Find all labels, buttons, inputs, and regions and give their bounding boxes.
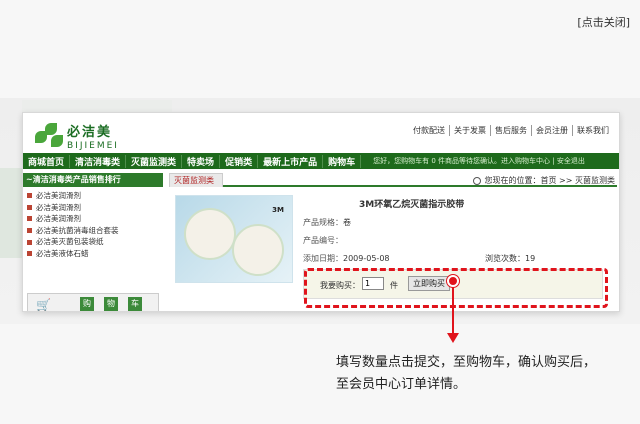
toplink-contact[interactable]: 联系我们 bbox=[572, 125, 613, 136]
bullet-icon bbox=[27, 239, 32, 245]
brand-name-cn: 必洁美 bbox=[67, 125, 113, 140]
tape-roll-image bbox=[232, 224, 284, 276]
toplink-payment[interactable]: 付款配送 bbox=[409, 125, 449, 136]
nav-item-new[interactable]: 最新上市产品 bbox=[258, 154, 324, 168]
product-badge: 3M bbox=[272, 206, 284, 214]
pointer-dot-icon bbox=[447, 275, 459, 287]
product-date: 添加日期：2009-05-08 bbox=[303, 254, 390, 263]
toplink-invoice[interactable]: 关于发票 bbox=[449, 125, 490, 136]
toplink-service[interactable]: 售后服务 bbox=[490, 125, 531, 136]
leaf-icon bbox=[45, 123, 57, 135]
bullet-icon bbox=[27, 228, 32, 234]
bullet-icon bbox=[27, 251, 32, 257]
highlight-box bbox=[304, 268, 608, 308]
bullet-icon bbox=[27, 216, 32, 222]
list-item[interactable]: 必洁美灭菌包装袋纸 bbox=[27, 236, 163, 248]
nav-item-sale[interactable]: 特卖场 bbox=[182, 154, 221, 168]
instruction-text: 填写数量点击提交，至购物车，确认购买后，至会员中心订单详情。 bbox=[336, 355, 597, 392]
sidebar-heading: ~清洁消毒类产品销售排行 bbox=[23, 173, 163, 187]
breadcrumb: 您现在的位置：首页 >> 灭菌监测类 bbox=[472, 175, 616, 186]
promo-char: 物 bbox=[104, 297, 118, 311]
site-logo: 必洁美 BIJIEMEI bbox=[29, 119, 149, 155]
product-title: 3M环氧乙烷灭菌指示胶带 bbox=[359, 200, 465, 210]
toplink-register[interactable]: 会员注册 bbox=[531, 125, 572, 136]
list-item[interactable]: 必洁美润滑剂 bbox=[27, 213, 163, 225]
leaf-icon bbox=[51, 135, 63, 147]
product-image: 3M bbox=[175, 195, 293, 283]
sidebar: ~清洁消毒类产品销售排行 必洁美润滑剂 必洁美润滑剂 必洁美润滑剂 必洁美抗菌消… bbox=[23, 173, 163, 312]
product-code: 产品编号： bbox=[303, 236, 343, 245]
tab-sterilization[interactable]: 灭菌监测类 bbox=[169, 173, 223, 187]
nav-item-promotion[interactable]: 促销类 bbox=[220, 154, 259, 168]
list-item[interactable]: 必洁美润滑剂 bbox=[27, 190, 163, 202]
nav-item-cleaning[interactable]: 清洁消毒类 bbox=[70, 154, 127, 168]
main-nav: 商城首页 清洁消毒类 灭菌监测类 特卖场 促销类 最新上市产品 购物车 您好，您… bbox=[23, 153, 619, 169]
bullet-icon bbox=[27, 193, 32, 199]
breadcrumb-text: 您现在的位置：首页 >> 灭菌监测类 bbox=[484, 176, 616, 185]
product-spec: 产品规格：卷 bbox=[303, 218, 351, 227]
location-icon bbox=[472, 176, 481, 185]
arrow-down-icon bbox=[447, 333, 459, 343]
brand-name-en: BIJIEMEI bbox=[67, 141, 119, 151]
bullet-icon bbox=[27, 204, 32, 210]
close-link[interactable]: [点击关闭] bbox=[577, 14, 630, 30]
cart-icon: 🛒 bbox=[36, 298, 51, 312]
nav-item-sterilization[interactable]: 灭菌监测类 bbox=[126, 154, 183, 168]
section-header: 灭菌监测类 您现在的位置：首页 >> 灭菌监测类 bbox=[169, 173, 617, 187]
cart-message: 您好，您购物车有 0 件商品等待您确认。进入购物车中心 | 安全退出 bbox=[373, 157, 585, 165]
nav-item-home[interactable]: 商城首页 bbox=[23, 154, 71, 168]
arrow-line bbox=[452, 287, 454, 335]
nav-item-cart[interactable]: 购物车 bbox=[323, 154, 362, 168]
list-item[interactable]: 必洁美润滑剂 bbox=[27, 202, 163, 214]
tape-roll-image bbox=[184, 208, 236, 260]
sidebar-list: 必洁美润滑剂 必洁美润滑剂 必洁美润滑剂 必洁美抗菌消毒组合套装 必洁美灭菌包装… bbox=[23, 187, 163, 260]
cart-promo-banner[interactable]: 🛒 购 物 车 bbox=[27, 293, 159, 312]
product-views: 浏览次数：19 bbox=[485, 254, 536, 263]
promo-char: 车 bbox=[128, 297, 142, 311]
list-item[interactable]: 必洁美抗菌消毒组合套装 bbox=[27, 225, 163, 237]
list-item[interactable]: 必洁美液体石蜡 bbox=[27, 248, 163, 260]
top-links: 付款配送 关于发票 售后服务 会员注册 联系我们 bbox=[409, 125, 613, 136]
promo-char: 购 bbox=[80, 297, 94, 311]
